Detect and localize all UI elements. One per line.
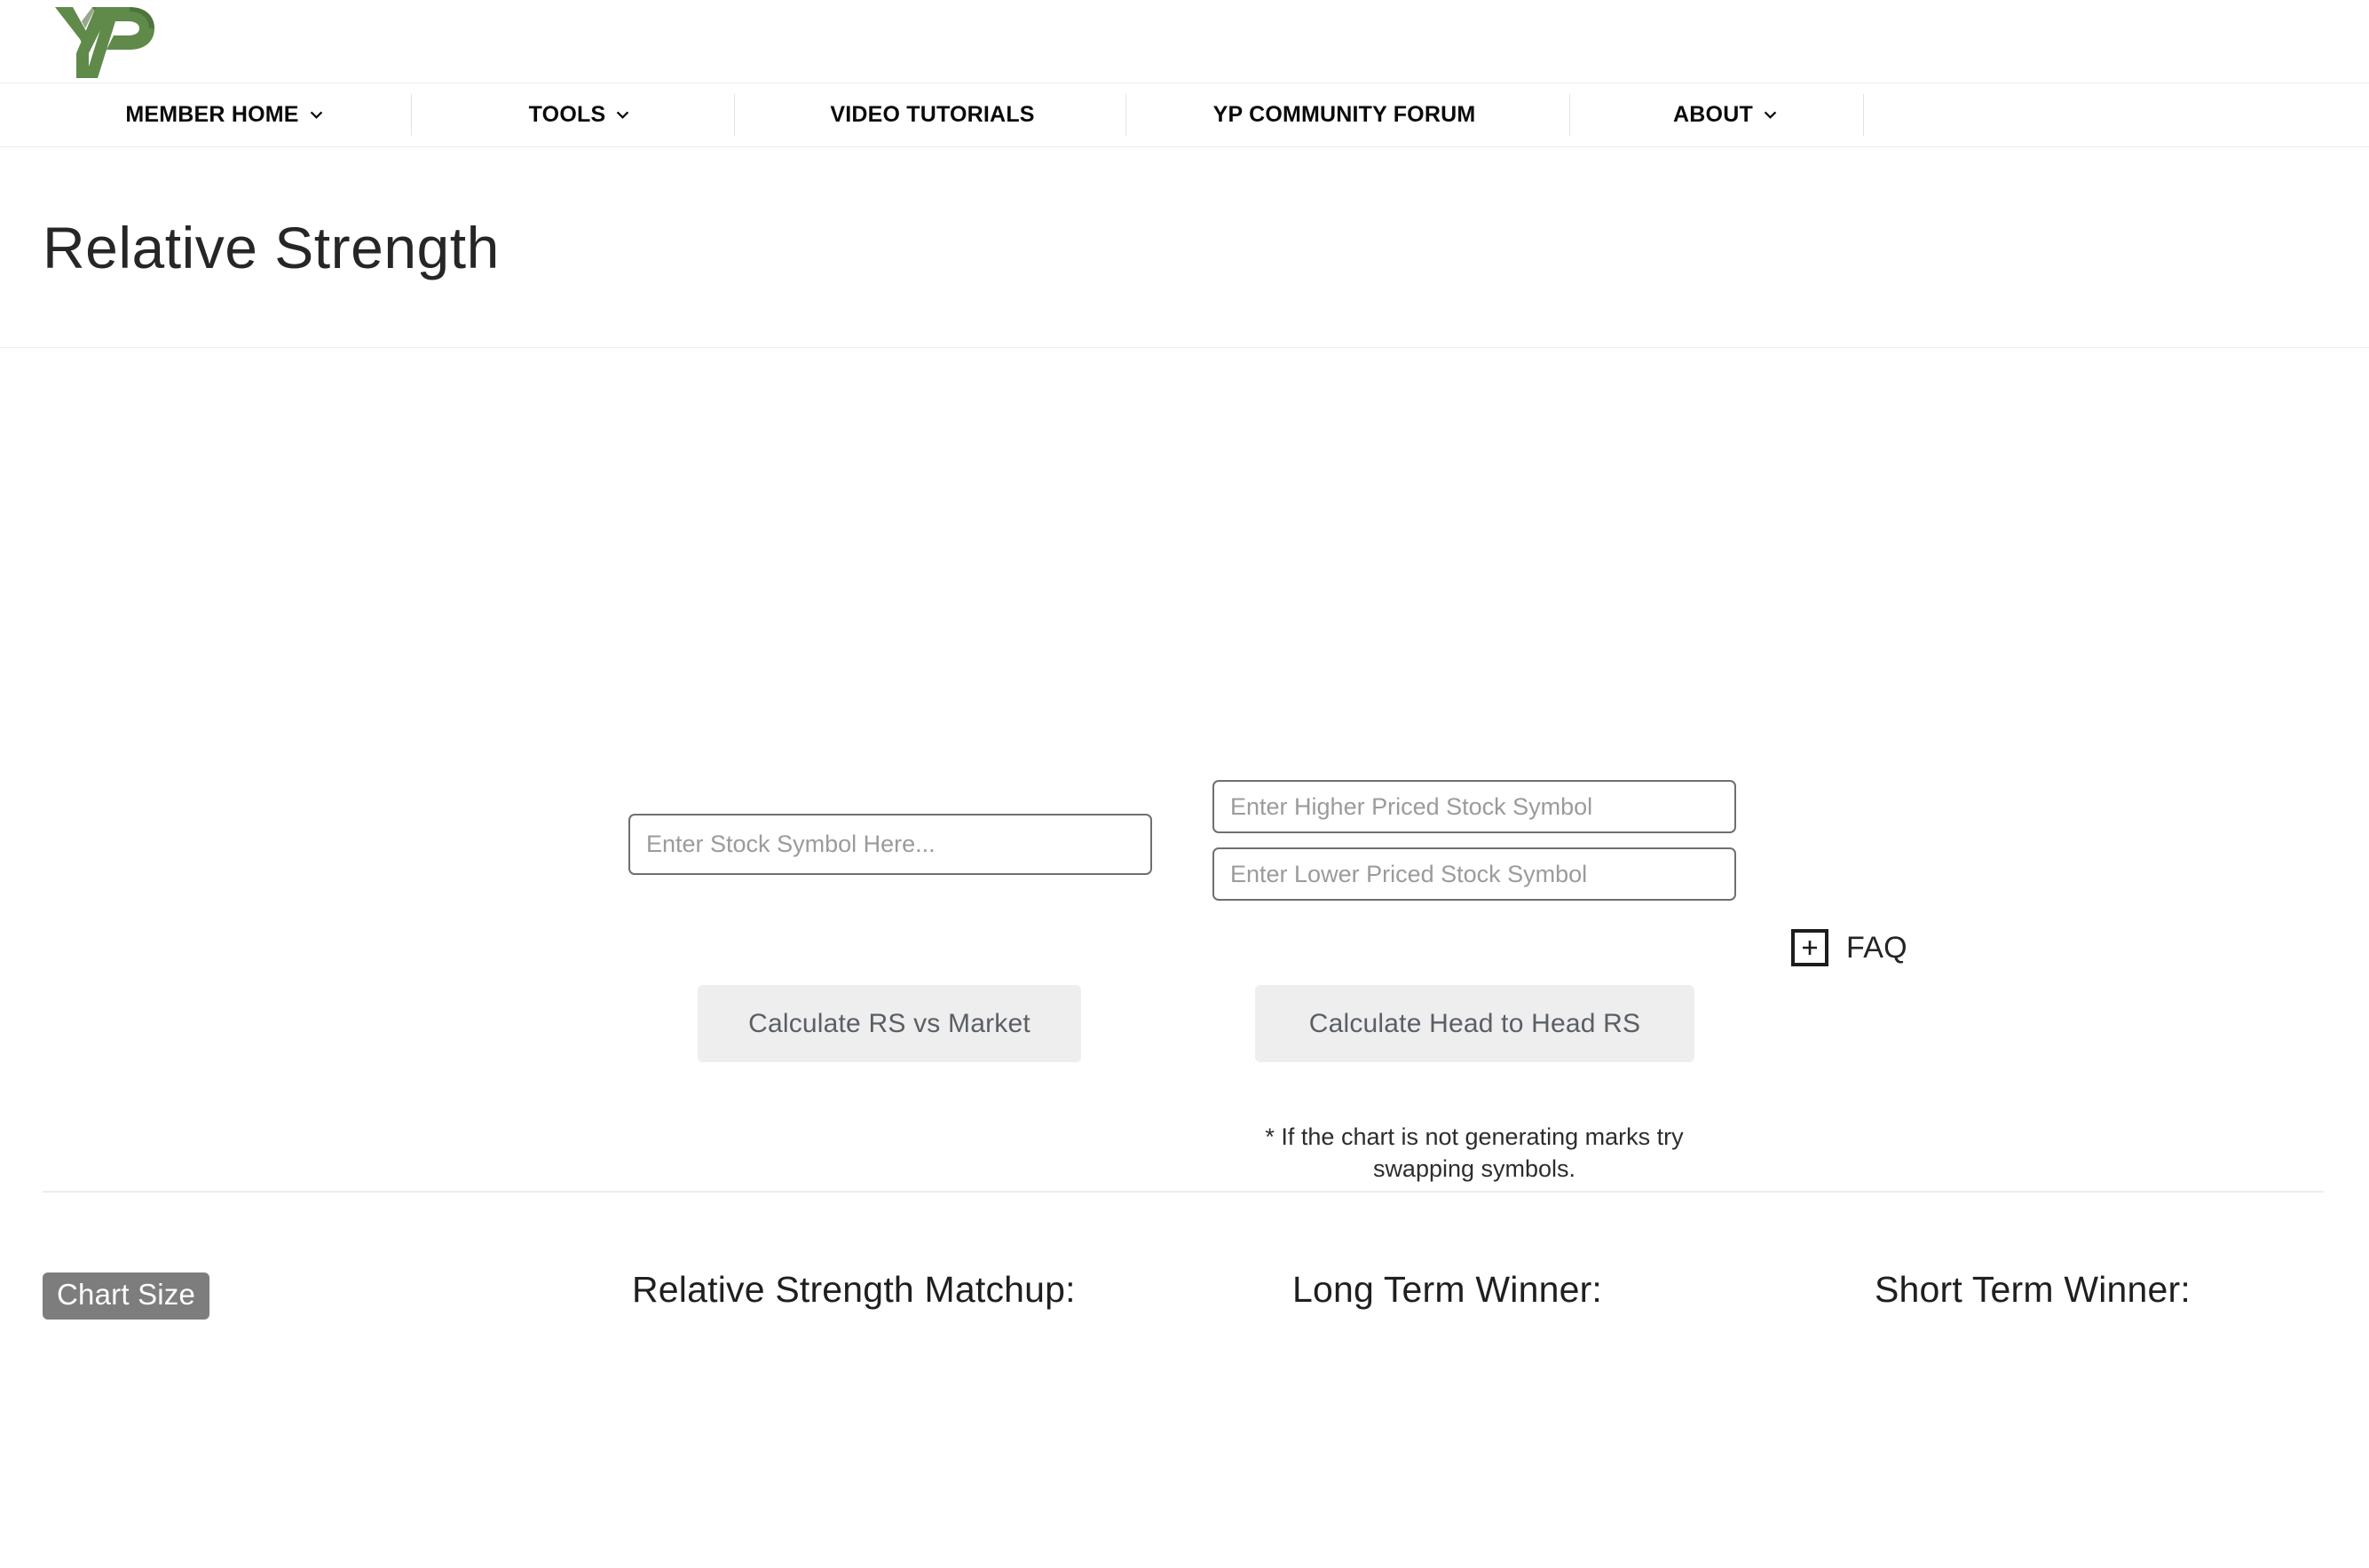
nav-item-about[interactable]: ABOUT (1616, 83, 1834, 146)
calculate-rs-vs-market-button[interactable]: Calculate RS vs Market (698, 985, 1081, 1062)
chevron-down-icon (310, 108, 323, 122)
long-term-winner-heading: Long Term Winner: (1292, 1269, 1603, 1310)
faq-toggle[interactable]: FAQ (1791, 929, 1907, 966)
relative-strength-matchup-heading: Relative Strength Matchup: (632, 1269, 1076, 1310)
nav-item-member-home[interactable]: MEMBER HOME (89, 83, 359, 146)
swap-symbols-note: * If the chart is not generating marks t… (1265, 1123, 1684, 1182)
relative-strength-form: Calculate RS vs Market Calculate Head to… (0, 348, 2369, 1568)
results-headings-row: Chart Size Relative Strength Matchup: Lo… (0, 1260, 2369, 1331)
chevron-down-icon (616, 108, 629, 122)
nav-item-yp-community-forum[interactable]: YP COMMUNITY FORUM (1178, 83, 1511, 146)
yp-logo-icon (55, 6, 154, 78)
nav-item-label: TOOLS (528, 102, 606, 127)
section-divider (43, 1191, 2324, 1193)
faq-label: FAQ (1846, 930, 1907, 965)
logo-bar (0, 0, 2369, 83)
higher-priced-symbol-input[interactable] (1212, 780, 1736, 833)
nav-item-label: MEMBER HOME (125, 102, 299, 127)
site-logo-link[interactable] (53, 4, 158, 80)
nav-item-tools[interactable]: TOOLS (470, 83, 688, 146)
nav-item-label: ABOUT (1673, 102, 1753, 127)
chart-size-button[interactable]: Chart Size (43, 1273, 210, 1320)
plus-icon (1791, 929, 1828, 966)
stock-symbol-input[interactable] (628, 814, 1152, 875)
results-content-area (0, 1342, 2369, 1568)
nav-separator (1863, 94, 1864, 136)
main-navigation: MEMBER HOME TOOLS VIDEO TUTORIALS YP COM… (0, 83, 2369, 147)
page-title-block: Relative Strength (0, 147, 2369, 348)
calculate-head-to-head-rs-button[interactable]: Calculate Head to Head RS (1255, 985, 1694, 1062)
nav-item-label: VIDEO TUTORIALS (830, 102, 1035, 127)
page-title: Relative Strength (43, 214, 500, 280)
chevron-down-icon (1764, 108, 1777, 122)
lower-priced-symbol-input[interactable] (1212, 847, 1736, 901)
nav-item-video-tutorials[interactable]: VIDEO TUTORIALS (788, 83, 1077, 146)
nav-item-label: YP COMMUNITY FORUM (1212, 102, 1476, 127)
short-term-winner-heading: Short Term Winner: (1875, 1269, 2191, 1310)
